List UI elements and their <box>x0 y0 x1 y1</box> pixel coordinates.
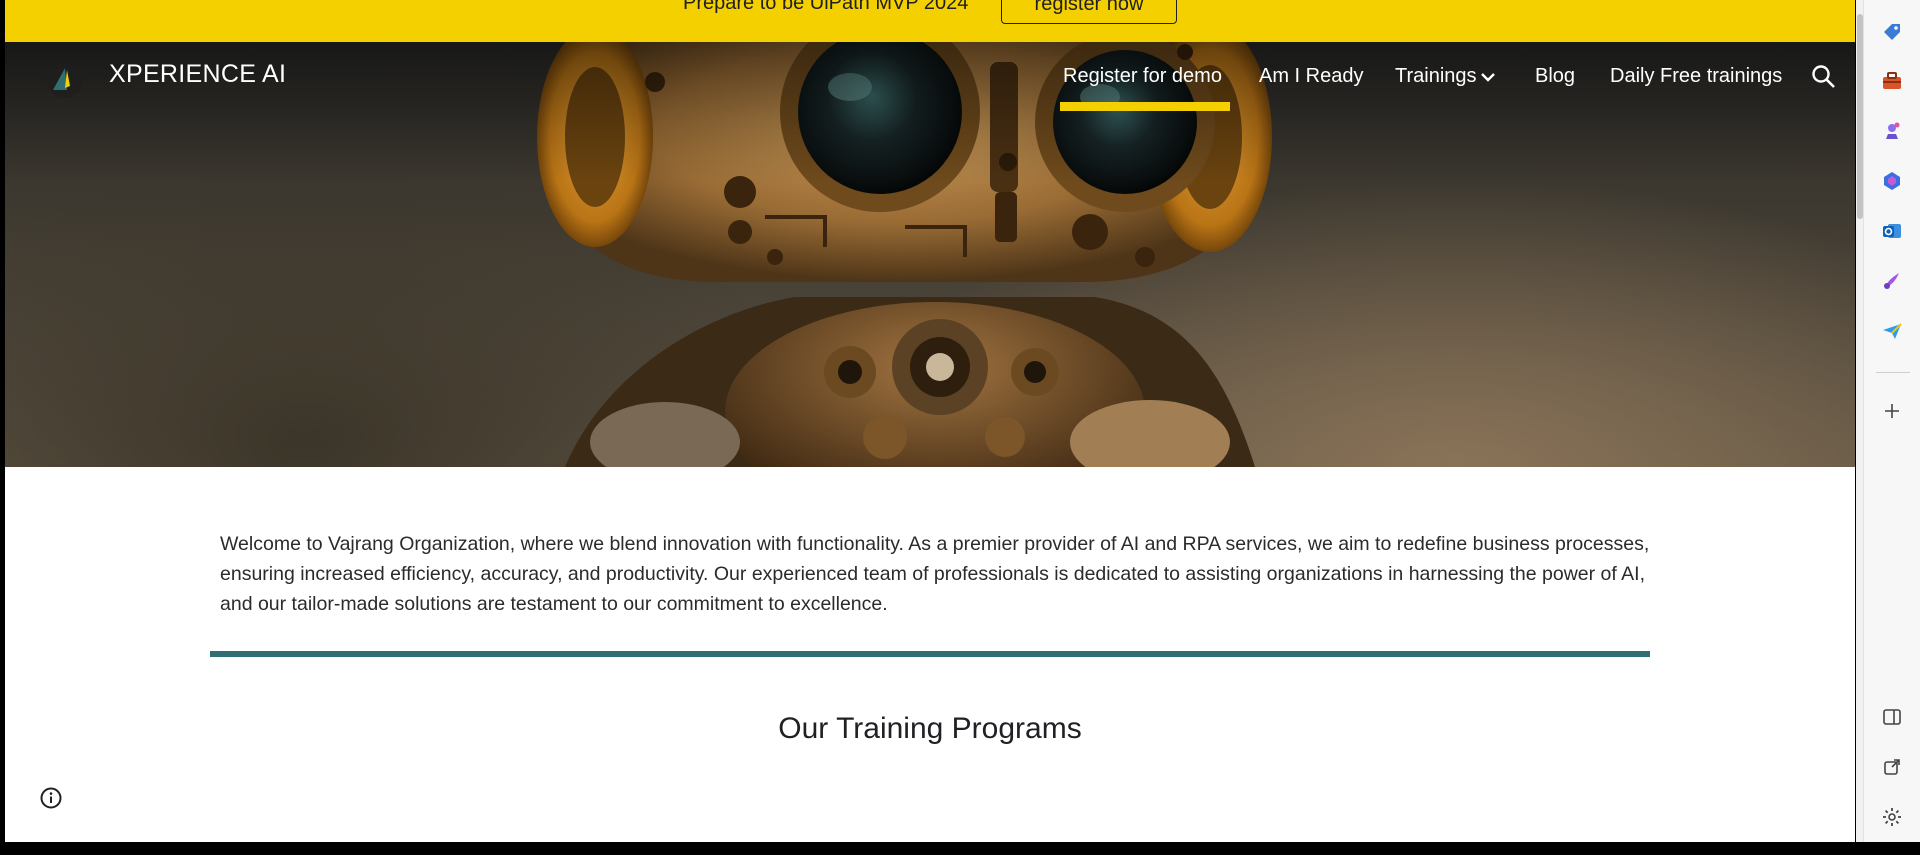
nav-register-for-demo[interactable]: Register for demo <box>1063 65 1222 88</box>
nav-trainings[interactable]: Trainings <box>1395 65 1477 88</box>
nav-am-i-ready[interactable]: Am I Ready <box>1259 65 1363 88</box>
nav-blog[interactable]: Blog <box>1535 65 1575 88</box>
tag-icon[interactable] <box>1881 20 1903 42</box>
add-icon[interactable] <box>1881 400 1903 422</box>
announcement-bar: Prepare to be UiPath MVP 2024 register n… <box>5 0 1855 42</box>
intro-paragraph: Welcome to Vajrang Organization, where w… <box>220 532 1650 615</box>
search-icon[interactable] <box>1811 64 1837 90</box>
register-now-button[interactable]: register now <box>1001 0 1177 24</box>
outlook-icon[interactable] <box>1881 220 1903 242</box>
chevron-down-icon[interactable] <box>1480 71 1496 83</box>
site-logo-icon[interactable] <box>45 60 85 100</box>
sidebar-separator <box>1876 372 1910 373</box>
section-title: Our Training Programs <box>778 712 1082 745</box>
designer-icon[interactable] <box>1881 270 1903 292</box>
window-bottom-edge <box>0 842 1920 855</box>
info-icon[interactable] <box>39 786 63 810</box>
nav-daily-free-trainings[interactable]: Daily Free trainings <box>1610 65 1782 88</box>
toolbox-icon[interactable] <box>1881 70 1903 92</box>
announcement-text: Prepare to be UiPath MVP 2024 <box>683 0 969 14</box>
external-link-icon[interactable] <box>1881 756 1903 778</box>
settings-icon[interactable] <box>1881 806 1903 828</box>
site-title[interactable]: XPERIENCE AI <box>109 60 286 89</box>
section-divider <box>210 651 1650 657</box>
chess-icon[interactable] <box>1881 120 1903 142</box>
nav-active-indicator <box>1060 102 1230 111</box>
page: Prepare to be UiPath MVP 2024 register n… <box>5 0 1855 842</box>
split-view-icon[interactable] <box>1881 706 1903 728</box>
send-icon[interactable] <box>1881 320 1903 342</box>
hero-banner: XPERIENCE AI Register for demo Am I Read… <box>5 42 1855 467</box>
copilot-icon[interactable] <box>1881 170 1903 192</box>
